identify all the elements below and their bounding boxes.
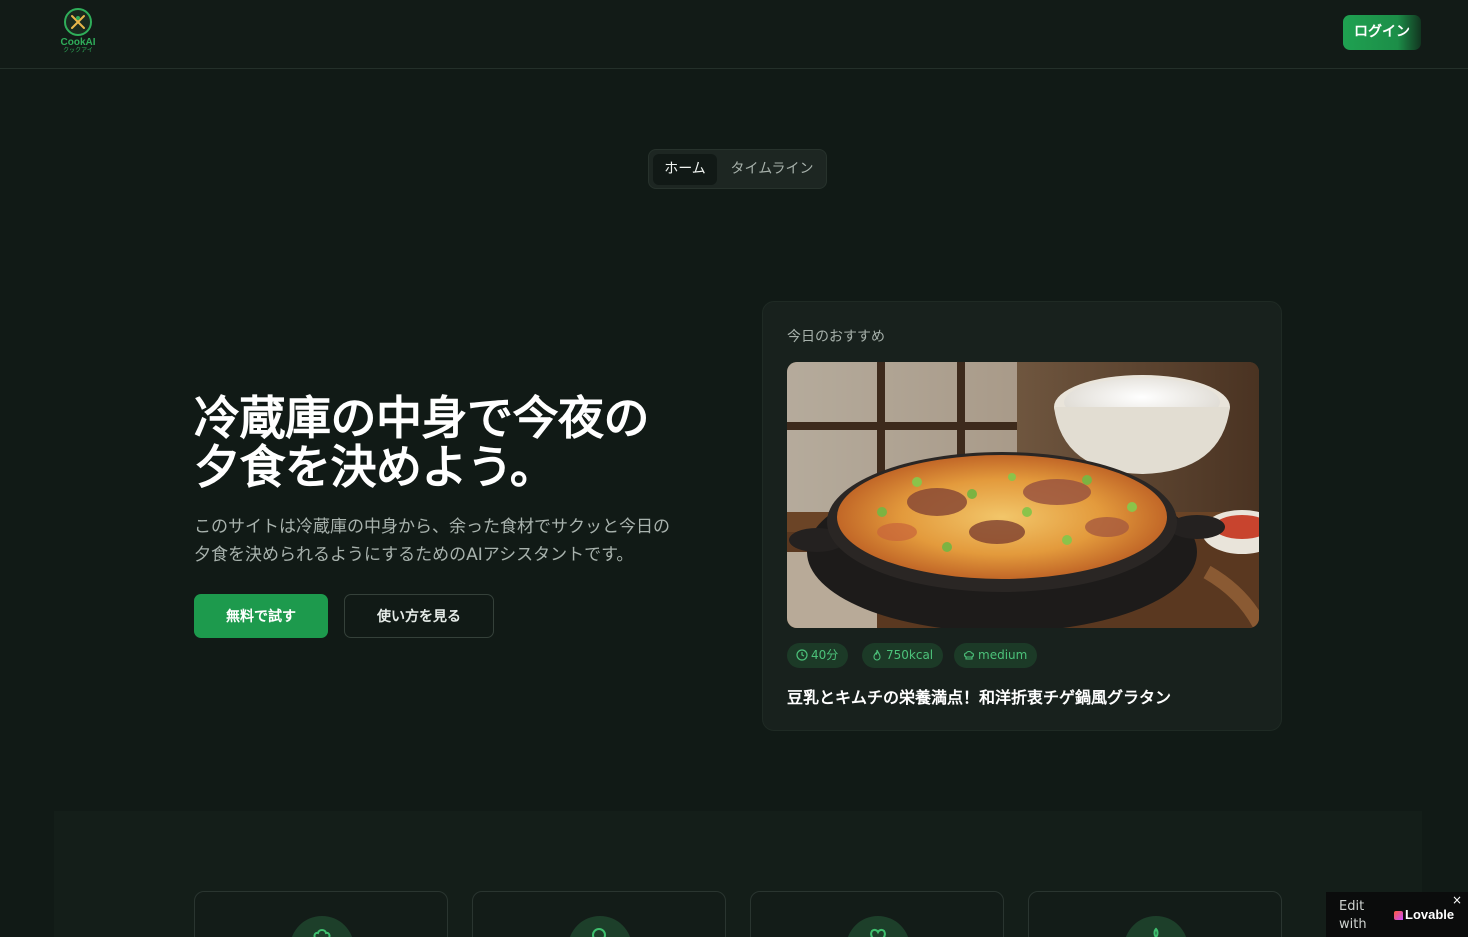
- calories-value: 750kcal: [886, 648, 934, 662]
- heart-icon: [870, 928, 886, 937]
- lovable-brand-text: Lovable: [1405, 907, 1455, 922]
- top-navigation-bar: CookAI クックアイ ログイン: [0, 0, 1468, 69]
- clock-icon: [796, 649, 808, 661]
- feature-icon-circle: [1124, 916, 1188, 937]
- feature-card[interactable]: [750, 891, 1004, 937]
- recommendation-card[interactable]: 今日のおすすめ 40分 750kcal medium 豆乳とキムチの栄養満点！和…: [762, 301, 1282, 731]
- feature-card[interactable]: [1028, 891, 1282, 937]
- lovable-edit-line-2: with: [1339, 917, 1367, 932]
- difficulty-value: medium: [978, 648, 1028, 662]
- recommendation-label: 今日のおすすめ: [787, 329, 885, 345]
- calories-badge: 750kcal: [862, 643, 944, 668]
- feature-icon-circle: [290, 916, 354, 937]
- lovable-heart-icon: [1394, 911, 1403, 920]
- cook-time-badge: 40分: [787, 643, 849, 668]
- chef-hat-icon: [313, 929, 331, 937]
- hero-description: このサイトは冷蔵庫の中身から、余った食材でサクッと今日の 夕食を決められるように…: [194, 513, 714, 569]
- description-line-1: このサイトは冷蔵庫の中身から、余った食材でサクッと今日の: [194, 517, 670, 537]
- feature-card[interactable]: [194, 891, 448, 937]
- lovable-edit-line-1: Edit: [1339, 899, 1365, 914]
- lovable-brand: Lovable: [1394, 907, 1454, 922]
- flame-icon: [873, 649, 881, 661]
- chef-hat-icon: [964, 650, 974, 660]
- close-icon[interactable]: ×: [1452, 893, 1462, 907]
- feature-card[interactable]: [472, 891, 726, 937]
- feature-icon-circle: [568, 916, 632, 937]
- feature-icon-circle: [846, 916, 910, 937]
- try-free-button[interactable]: 無料で試す: [194, 594, 328, 638]
- how-to-use-button[interactable]: 使い方を見る: [344, 594, 494, 638]
- login-button[interactable]: ログイン: [1343, 15, 1421, 50]
- hero-headline: 冷蔵庫の中身で今夜の 夕食を決めよう。: [194, 394, 714, 492]
- recipe-title[interactable]: 豆乳とキムチの栄養満点！和洋折衷チゲ鍋風グラタン: [787, 684, 1171, 708]
- cook-time-value: 40分: [811, 648, 839, 662]
- description-line-2: 夕食を決められるようにするためのAIアシスタントです。: [194, 545, 634, 565]
- lovable-edit-text: Edit with: [1339, 898, 1379, 934]
- tab-timeline[interactable]: タイムライン: [723, 154, 821, 185]
- view-tabs: ホーム タイムライン: [648, 149, 827, 189]
- features-section: [54, 811, 1422, 937]
- difficulty-badge: medium: [954, 643, 1038, 668]
- utensils-icon: [64, 8, 92, 36]
- headline-line-2: 夕食を決めよう。: [194, 440, 556, 494]
- tab-home[interactable]: ホーム: [653, 154, 717, 185]
- leaf-icon: [1153, 927, 1159, 937]
- search-icon: [592, 928, 606, 937]
- cookai-logo[interactable]: CookAI クックアイ: [58, 8, 98, 56]
- dish-photo: [787, 362, 1259, 628]
- headline-line-1: 冷蔵庫の中身で今夜の: [194, 391, 650, 445]
- logo-subtitle: クックアイ: [63, 47, 93, 54]
- edit-with-lovable-badge[interactable]: Edit with Lovable ×: [1326, 892, 1468, 937]
